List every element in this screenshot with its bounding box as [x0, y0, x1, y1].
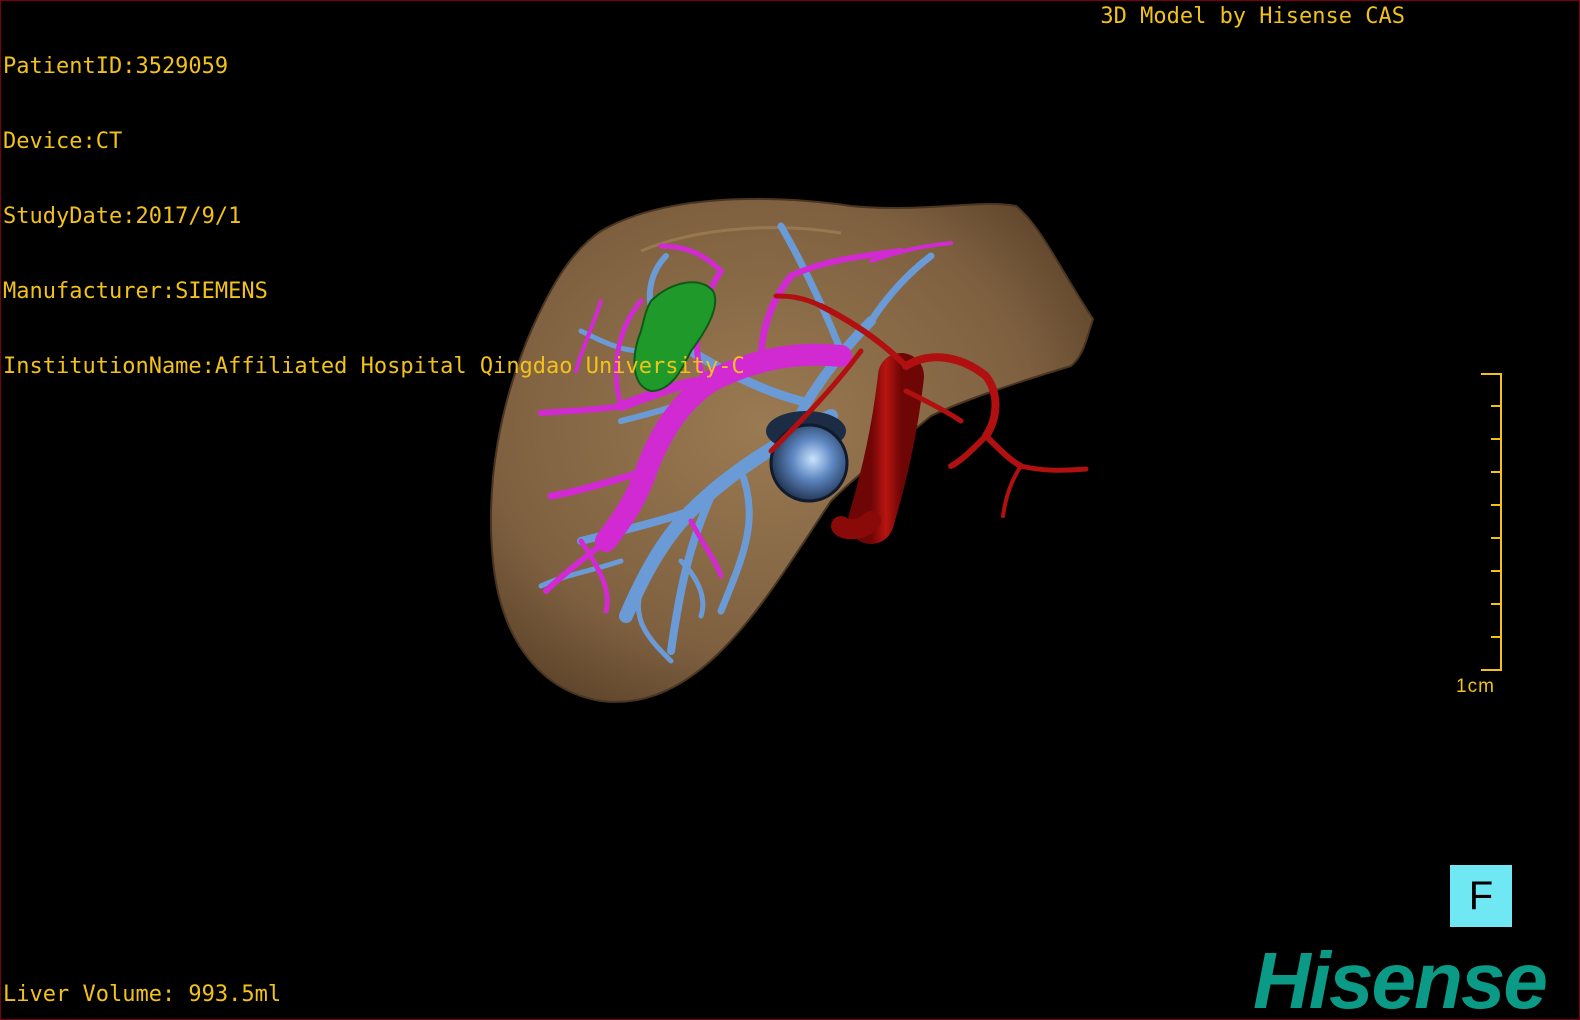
study-date-label: StudyDate:2017/9/1 [3, 204, 242, 229]
tumor[interactable] [766, 411, 849, 503]
institution-label: InstitutionName:Affiliated Hospital Qing… [3, 354, 745, 379]
scale-bar [1481, 373, 1502, 671]
front-view-button[interactable]: F [1450, 865, 1512, 927]
liver-volume-label: Liver Volume: 993.5ml [3, 982, 282, 1007]
scale-label: 1cm [1456, 676, 1495, 697]
patient-id-label: PatientID:3529059 [3, 54, 229, 79]
device-label: Device:CT [3, 129, 123, 154]
manufacturer-label: Manufacturer:SIEMENS [3, 279, 268, 304]
3d-viewport[interactable]: PatientID:3529059 Device:CT StudyDate:20… [0, 0, 1580, 1020]
model-branding-label: 3D Model by Hisense CAS [1100, 4, 1405, 29]
patient-info-panel: PatientID:3529059 Device:CT StudyDate:20… [3, 4, 745, 429]
hisense-logo: Hisense [1253, 936, 1548, 1020]
